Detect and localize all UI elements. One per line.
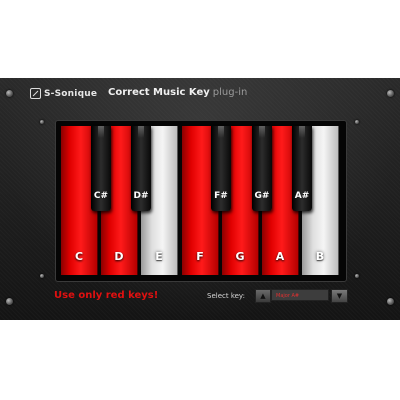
key-label: E <box>155 250 163 263</box>
screw-icon <box>40 274 44 278</box>
select-key-label: Select key: <box>207 292 245 300</box>
black-key-g-sharp[interactable]: G# <box>252 126 272 211</box>
plugin-window: S-Sonique Correct Music Key plug-in C D E… <box>0 78 400 320</box>
plugin-title-main: Correct Music Key <box>108 87 210 98</box>
brand-logo-icon <box>30 88 41 99</box>
screw-icon <box>387 90 394 97</box>
key-label: D <box>114 250 124 263</box>
triangle-down-icon: ▼ <box>336 292 343 300</box>
screw-icon <box>355 120 359 124</box>
triangle-up-icon: ▲ <box>260 292 266 300</box>
black-key-a-sharp[interactable]: A# <box>292 126 312 211</box>
key-select-field[interactable]: Major A# <box>271 289 329 301</box>
key-label: F <box>196 250 204 263</box>
screw-icon <box>6 298 13 305</box>
brand-name: S-Sonique <box>44 88 98 99</box>
previous-key-button[interactable]: ▲ <box>255 289 271 303</box>
key-label: F# <box>214 191 228 201</box>
next-key-button[interactable]: ▼ <box>331 289 348 303</box>
key-label: G# <box>254 191 270 201</box>
instruction-message: Use only red keys! <box>54 290 159 301</box>
piano-keyboard: C D E F G A B C# D# F# G# A# <box>55 120 347 282</box>
screw-icon <box>355 274 359 278</box>
black-key-f-sharp[interactable]: F# <box>211 126 231 211</box>
screw-icon <box>387 298 394 305</box>
key-label: C# <box>93 191 109 201</box>
black-key-d-sharp[interactable]: D# <box>131 126 151 211</box>
plugin-title: Correct Music Key plug-in <box>108 87 247 98</box>
key-label: D# <box>133 191 149 201</box>
key-label: G <box>235 250 245 263</box>
key-label: A# <box>294 191 310 201</box>
key-label: B <box>315 250 325 263</box>
screw-icon <box>6 90 13 97</box>
brand-logo: S-Sonique <box>30 88 97 99</box>
screw-icon <box>40 120 44 124</box>
plugin-title-sub: plug-in <box>212 87 248 98</box>
key-label: A <box>275 250 285 263</box>
black-key-c-sharp[interactable]: C# <box>91 126 111 211</box>
key-label: C <box>74 250 84 263</box>
